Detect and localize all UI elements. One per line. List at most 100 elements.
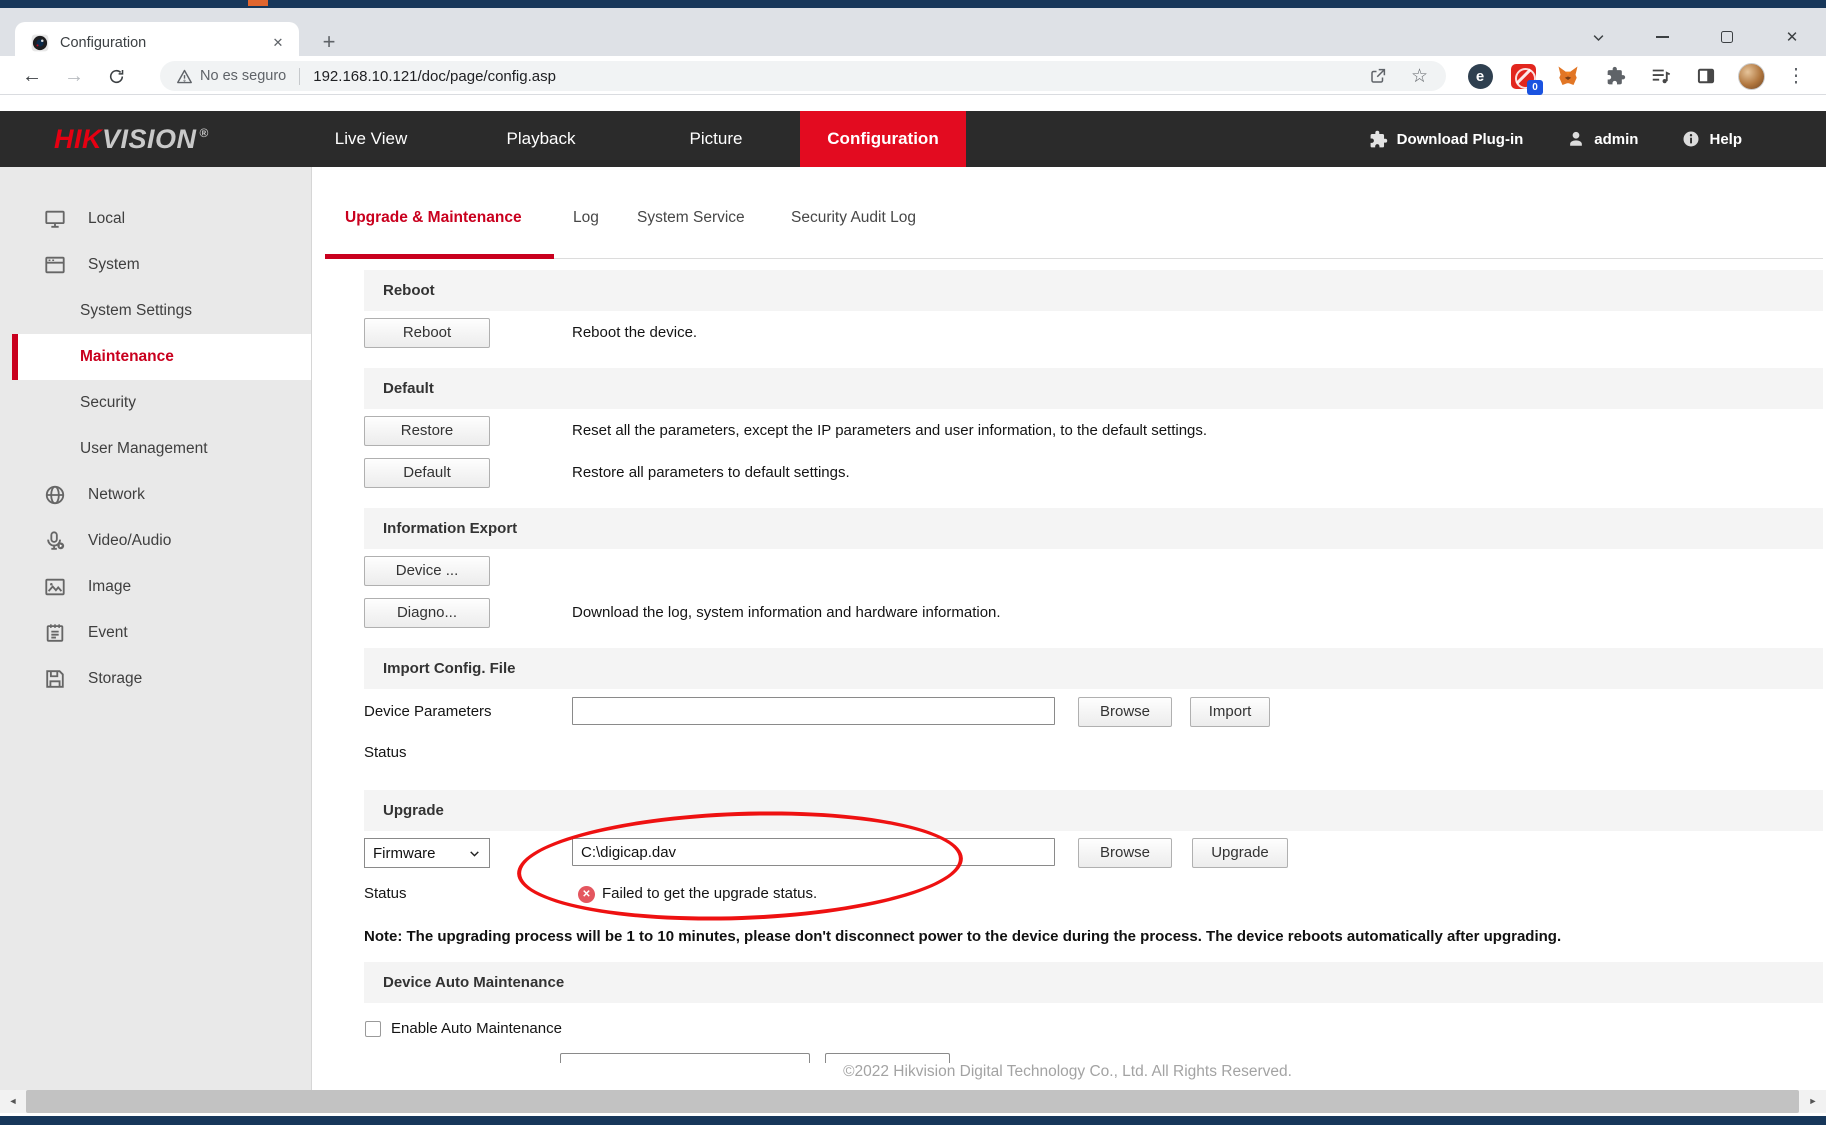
sidebar-item-system-settings[interactable]: System Settings <box>0 288 311 334</box>
help-link[interactable]: Help <box>1709 131 1742 148</box>
sidebar-item-user-management[interactable]: User Management <box>0 426 311 472</box>
sidebar-item-system[interactable]: System <box>0 242 311 288</box>
plugin-puzzle-icon <box>1369 130 1388 149</box>
tab-search-chevron-icon[interactable] <box>1584 24 1612 50</box>
restore-button[interactable]: Restore <box>364 416 490 446</box>
active-tab-underline <box>325 254 554 259</box>
download-plugin-link[interactable]: Download Plug-in <box>1397 131 1524 148</box>
tab-upgrade-maintenance[interactable]: Upgrade & Maintenance <box>345 203 522 233</box>
extensions-puzzle-icon[interactable] <box>1602 62 1630 90</box>
browser-tab-strip: Configuration ✕ + ✕ <box>0 8 1826 56</box>
reboot-button[interactable]: Reboot <box>364 318 490 348</box>
section-header-reboot: Reboot <box>364 270 1823 311</box>
window-minimize-button[interactable] <box>1648 24 1676 50</box>
event-notepad-icon <box>44 622 66 644</box>
import-button[interactable]: Import <box>1190 697 1270 727</box>
device-export-button[interactable]: Device ... <box>364 556 490 586</box>
profile-avatar[interactable] <box>1737 62 1765 90</box>
window-close-button[interactable]: ✕ <box>1778 24 1806 50</box>
tab-close-icon[interactable]: ✕ <box>269 34 287 52</box>
tab-security-audit-log[interactable]: Security Audit Log <box>791 203 916 233</box>
address-bar[interactable]: No es seguro 192.168.10.121/doc/page/con… <box>160 61 1446 91</box>
scrollbar-right-arrow[interactable]: ► <box>1801 1090 1825 1113</box>
sidebar-item-video-audio[interactable]: Video/Audio <box>0 518 311 564</box>
security-warning-label[interactable]: No es seguro <box>200 68 286 84</box>
help-icon <box>1682 130 1700 148</box>
url-text[interactable]: 192.168.10.121/doc/page/config.asp <box>313 68 556 85</box>
diagnose-description: Download the log, system information and… <box>572 598 1001 628</box>
sidebar: Local System System Settings Maintenance… <box>0 167 312 1090</box>
import-browse-button[interactable]: Browse <box>1078 697 1172 727</box>
window-maximize-button[interactable] <box>1713 24 1741 50</box>
window-frame-bottom <box>0 1116 1826 1125</box>
import-status-label: Status <box>364 738 407 768</box>
sidebar-item-local[interactable]: Local <box>0 196 311 242</box>
share-icon[interactable] <box>1369 67 1387 85</box>
extension-metamask-icon[interactable] <box>1554 62 1582 90</box>
storage-disk-icon <box>44 668 66 690</box>
section-header-import-config: Import Config. File <box>364 648 1823 689</box>
device-parameters-input[interactable] <box>572 697 1055 725</box>
favicon-camera-icon <box>30 33 50 53</box>
playlist-icon[interactable] <box>1647 62 1675 90</box>
auto-maintenance-field-cutoff-2[interactable] <box>825 1053 950 1063</box>
restore-description: Reset all the parameters, except the IP … <box>572 416 1207 446</box>
reload-button[interactable] <box>102 62 130 90</box>
omnibox-divider <box>299 68 300 85</box>
new-tab-button[interactable]: + <box>316 30 342 56</box>
forward-button: → <box>60 62 88 90</box>
section-header-upgrade: Upgrade <box>364 790 1823 831</box>
horizontal-scrollbar-thumb[interactable] <box>26 1090 1799 1113</box>
reboot-description: Reboot the device. <box>572 318 697 348</box>
default-description: Restore all parameters to default settin… <box>572 458 850 488</box>
section-header-information-export: Information Export <box>364 508 1823 549</box>
enable-auto-maintenance-checkbox[interactable] <box>365 1021 381 1037</box>
monitor-icon <box>44 208 66 230</box>
bookmark-star-icon[interactable]: ☆ <box>1411 65 1428 88</box>
enable-auto-maintenance-label: Enable Auto Maintenance <box>391 1014 562 1044</box>
side-panel-icon[interactable] <box>1692 62 1720 90</box>
browser-menu-dots-icon[interactable]: ⋮ <box>1782 62 1810 90</box>
tab-title: Configuration <box>60 35 269 51</box>
microphone-icon <box>44 530 66 552</box>
tab-system-service[interactable]: System Service <box>637 203 745 233</box>
app-header: HIKVISION® Live View Playback Picture Co… <box>0 111 1826 167</box>
sidebar-item-maintenance[interactable]: Maintenance <box>0 334 311 380</box>
browser-window: Configuration ✕ + ✕ ← → No es seguro 192… <box>0 0 1826 1125</box>
hikvision-logo: HIKVISION® <box>54 111 209 167</box>
sidebar-item-network[interactable]: Network <box>0 472 311 518</box>
globe-icon <box>44 484 66 506</box>
nav-picture[interactable]: Picture <box>645 111 787 167</box>
tab-log[interactable]: Log <box>573 203 599 233</box>
extension-adblock-icon[interactable]: 0 <box>1509 62 1537 90</box>
upgrade-note: Note: The upgrading process will be 1 to… <box>364 928 1814 945</box>
sidebar-item-storage[interactable]: Storage <box>0 656 311 702</box>
user-name[interactable]: admin <box>1594 131 1638 148</box>
device-parameters-label: Device Parameters <box>364 697 492 727</box>
section-header-default: Default <box>364 368 1823 409</box>
default-button[interactable]: Default <box>364 458 490 488</box>
sidebar-item-image[interactable]: Image <box>0 564 311 610</box>
page-top-margin <box>0 95 1826 111</box>
copyright-footer: ©2022 Hikvision Digital Technology Co., … <box>312 1063 1823 1081</box>
extension-badge: 0 <box>1527 80 1543 95</box>
window-frame-top <box>0 0 1826 8</box>
upgrade-browse-button[interactable]: Browse <box>1078 838 1172 868</box>
section-header-auto-maintenance: Device Auto Maintenance <box>364 962 1823 1003</box>
security-warning-icon <box>176 68 193 85</box>
scrollbar-left-arrow[interactable]: ◄ <box>1 1090 25 1113</box>
system-window-icon <box>44 254 66 276</box>
nav-playback[interactable]: Playback <box>470 111 612 167</box>
sidebar-item-event[interactable]: Event <box>0 610 311 656</box>
upgrade-button[interactable]: Upgrade <box>1192 838 1288 868</box>
auto-maintenance-field-cutoff[interactable] <box>560 1053 810 1063</box>
extension-e-icon[interactable]: e <box>1466 62 1494 90</box>
back-button[interactable]: ← <box>18 62 46 90</box>
user-icon <box>1567 130 1585 148</box>
nav-live-view[interactable]: Live View <box>300 111 442 167</box>
diagnose-export-button[interactable]: Diagno... <box>364 598 490 628</box>
sidebar-item-security[interactable]: Security <box>0 380 311 426</box>
nav-configuration[interactable]: Configuration <box>800 111 966 167</box>
upgrade-type-select[interactable]: Firmware <box>364 838 490 868</box>
window-frame-artifact <box>248 0 268 6</box>
